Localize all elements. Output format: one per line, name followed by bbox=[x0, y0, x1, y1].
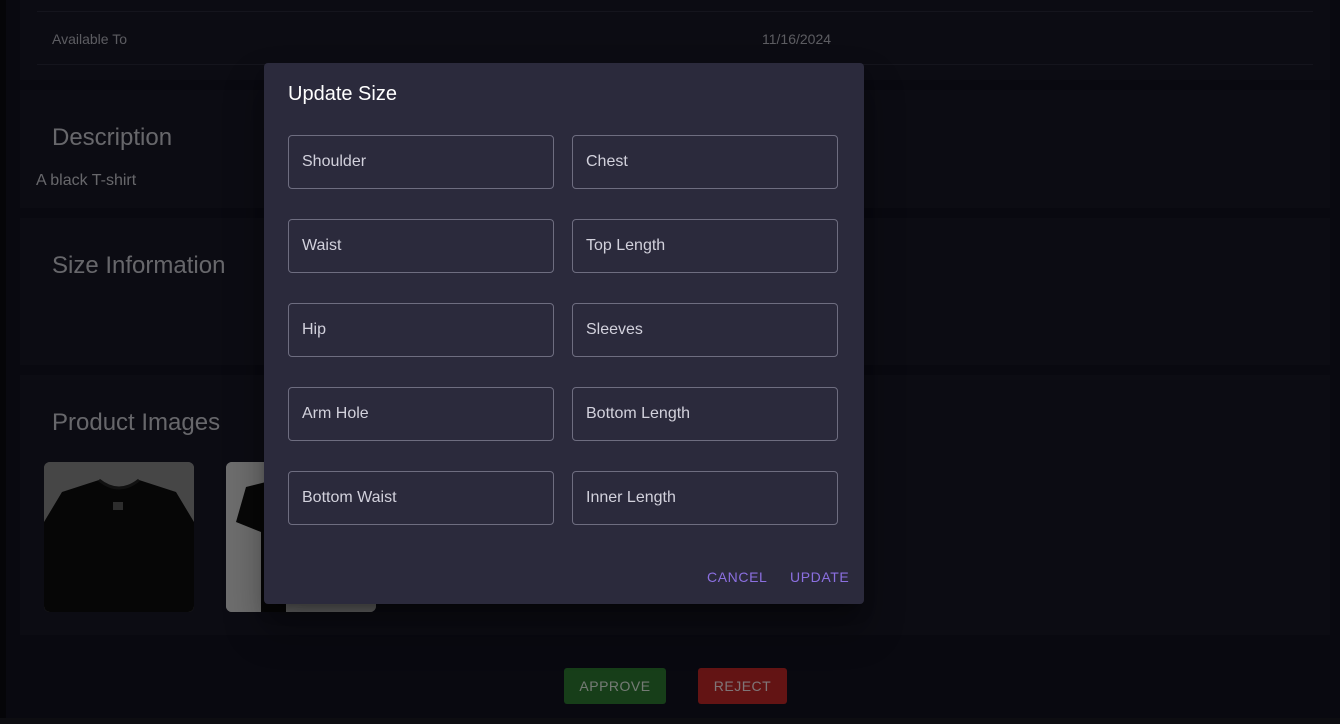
arm-hole-input[interactable] bbox=[289, 388, 553, 440]
chest-field[interactable] bbox=[572, 135, 838, 189]
inner-length-input[interactable] bbox=[573, 472, 837, 524]
chest-input[interactable] bbox=[573, 136, 837, 188]
waist-field[interactable] bbox=[288, 219, 554, 273]
update-size-dialog: Update Size CANCEL UPDATE bbox=[264, 63, 864, 604]
sleeves-input[interactable] bbox=[573, 304, 837, 356]
shoulder-input[interactable] bbox=[289, 136, 553, 188]
shoulder-field[interactable] bbox=[288, 135, 554, 189]
dialog-title: Update Size bbox=[288, 83, 397, 105]
bottom-length-field[interactable] bbox=[572, 387, 838, 441]
bottom-waist-input[interactable] bbox=[289, 472, 553, 524]
inner-length-field[interactable] bbox=[572, 471, 838, 525]
hip-input[interactable] bbox=[289, 304, 553, 356]
top-length-field[interactable] bbox=[572, 219, 838, 273]
top-length-input[interactable] bbox=[573, 220, 837, 272]
sleeves-field[interactable] bbox=[572, 303, 838, 357]
bottom-length-input[interactable] bbox=[573, 388, 837, 440]
bottom-waist-field[interactable] bbox=[288, 471, 554, 525]
waist-input[interactable] bbox=[289, 220, 553, 272]
update-button[interactable]: UPDATE bbox=[782, 563, 857, 591]
hip-field[interactable] bbox=[288, 303, 554, 357]
cancel-button[interactable]: CANCEL bbox=[699, 563, 775, 591]
arm-hole-field[interactable] bbox=[288, 387, 554, 441]
